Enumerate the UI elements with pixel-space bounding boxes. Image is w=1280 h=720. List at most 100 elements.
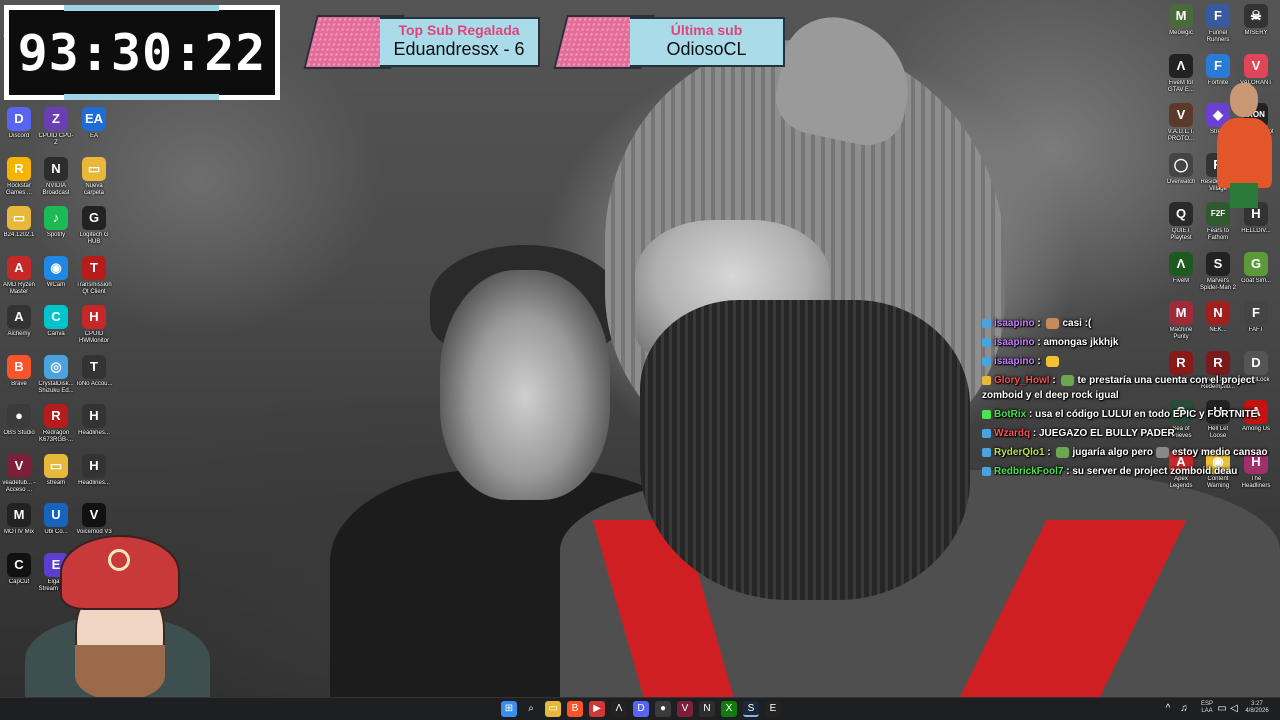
desktop-icon-b24-1202-1[interactable]: ▭ B24.1202.1	[0, 206, 38, 247]
desktop-icon-headlines[interactable]: H Headlines...	[75, 453, 113, 495]
desktop-icon-label: Meowgic	[1169, 30, 1193, 36]
desktop-icon-spotify[interactable]: ♪ Spotify	[37, 206, 75, 247]
desktop-icon-label: Headlines...	[78, 479, 110, 486]
desktop-icon-headlines[interactable]: H Headlines...	[75, 404, 113, 445]
desktop-icon-label: OBS Studio	[3, 430, 35, 436]
desktop-icon-funnel-runners[interactable]: F Funnel Runners	[1199, 4, 1237, 45]
chat-username: BotRix	[994, 409, 1027, 420]
desktop-icon-discord[interactable]: D Discord	[0, 107, 38, 148]
desktop-icon-fivem-for-gtav-e[interactable]: Λ FiveM for GTAV E...	[1162, 53, 1200, 95]
desktop-icon-logitech-g-hub[interactable]: G Logitech G HUB	[75, 206, 113, 247]
headlines-icon: H	[82, 453, 106, 478]
chat-message: BotRix : usa el código LULUI en todo EPI…	[980, 407, 1278, 422]
funnel-runners-icon: F	[1206, 4, 1230, 28]
desktop-icon-wcam[interactable]: ◉ WCam	[37, 255, 75, 297]
desktop-icon-nvidia-broadcast[interactable]: N NVIDIA Broadcast	[37, 156, 75, 198]
search-icon[interactable]: ⌕	[523, 701, 539, 717]
timer-value: 93:30:22	[17, 24, 267, 82]
desktop-icon-redragon-k673rgb[interactable]: R Redragon K673RGB-...	[37, 404, 75, 445]
clock[interactable]: 3:27 4/8/2026	[1240, 701, 1274, 715]
chat-username: RedbrickFool7	[994, 466, 1064, 477]
chevron-up-icon[interactable]: ^	[1162, 701, 1174, 717]
microphone-icon[interactable]: ♫	[1178, 701, 1190, 717]
chat-message: RedbrickFool7 : su server de project zom…	[980, 464, 1278, 479]
desktop-icon-canva[interactable]: C Canva	[37, 305, 75, 346]
desktop-icon-veadetub-acceso[interactable]: Vveadetub... - Acceso ...	[0, 453, 38, 495]
stream-icon: ▭	[44, 453, 68, 478]
desktop-icon-goat-sim[interactable]: G Goat Sim...	[1237, 251, 1275, 293]
obs-icon[interactable]: ●	[655, 701, 671, 717]
file-explorer-icon[interactable]: ▭	[545, 701, 561, 717]
desktop-icon-transmission-qt-client[interactable]: T Transmission Qt Client	[75, 255, 113, 297]
b24-1202-1-icon: ▭	[7, 206, 31, 230]
desktop-icon-ea[interactable]: EA EA	[75, 107, 113, 148]
desktop-icon-label: ToNo Accou...	[75, 380, 113, 387]
desktop-icon-cpuid-hwmonitor[interactable]: H CPUID HWMonitor	[75, 305, 113, 346]
start-button-icon[interactable]: ⊞	[501, 701, 517, 717]
wcam-icon: ◉	[44, 255, 68, 280]
discord-icon[interactable]: D	[633, 701, 649, 717]
nvidia-icon[interactable]: Λ	[611, 701, 627, 717]
desktop-icon-amd-ryzen-master[interactable]: A AMD Ryzen Master	[0, 255, 38, 297]
veadetub-acceso-icon: V	[7, 453, 31, 478]
desktop-icon-label: AMD Ryzen Master	[2, 281, 35, 295]
crystaldisk-shizuku-ed-icon: ◎	[44, 354, 68, 379]
desktop-icon-fivem[interactable]: Λ FiveM	[1162, 251, 1200, 293]
desktop-icon-alchemy[interactable]: A Alchemy	[0, 305, 38, 346]
desktop-icon-label: NVIDIA Broadcast	[42, 182, 70, 196]
epic-games-icon[interactable]: E	[765, 701, 781, 717]
latest-sub-banner: Última sub OdiosoCL	[553, 15, 785, 69]
avatar-beanie-logo-icon	[108, 549, 130, 571]
desktop-icon-label: Funnel Runners	[1206, 30, 1230, 43]
brave-icon[interactable]: B	[567, 701, 583, 717]
network-icon[interactable]: ▭	[1216, 701, 1228, 717]
steam-icon[interactable]: S	[743, 701, 759, 717]
chat-username: isaapino	[994, 318, 1035, 329]
desktop-icon-tono-accou[interactable]: T ToNo Accou...	[75, 354, 113, 396]
chat-badge-icon	[982, 337, 991, 347]
sticker-shirt	[1217, 118, 1272, 188]
chat-text: jugaría algo pero	[1072, 447, 1154, 458]
quiet-playtest-icon: Q	[1169, 202, 1193, 226]
chat-badge-icon	[982, 318, 991, 328]
meowgic-icon: M	[1169, 4, 1193, 28]
fortnite-icon: F	[1206, 53, 1230, 78]
desktop-icon-quiet-playtest[interactable]: Q QUIET Playtest	[1162, 202, 1200, 243]
desktop-icon-label: QUIET Playtest	[1170, 228, 1192, 241]
timer-accent-top	[64, 5, 219, 11]
desktop-icon-helldiv[interactable]: H HELLDIV...	[1237, 202, 1275, 243]
valorant-icon: V	[1244, 53, 1268, 78]
desktop-icon-brave[interactable]: B Brave	[0, 354, 38, 396]
language-indicator[interactable]: ESP LAA	[1196, 701, 1218, 715]
desktop-icon-label: MISERY	[1244, 30, 1268, 36]
desktop-icon-fears-to-fathom[interactable]: F2F Fears to Fathom	[1199, 202, 1237, 243]
desktop-icon-label: Marvel's Spider-Man 2	[1199, 277, 1237, 291]
desktop-icon-nueva-carpeta[interactable]: ▭ Nueva carpeta	[75, 156, 113, 198]
desktop-icon-v-a-u-l-t-proto[interactable]: V V.A.U.L.T. PROTO...	[1162, 103, 1200, 144]
veadotube-icon[interactable]: V	[677, 701, 693, 717]
banner-label: Top Sub Regalada	[398, 22, 520, 38]
desktop-icon-label: V.A.U.L.T. PROTO...	[1167, 129, 1195, 142]
transmission-qt-client-icon: T	[82, 255, 106, 280]
chat-text: JUEGAZO EL BULLY PADER	[1039, 428, 1175, 439]
desktop-icon-rockstar-games[interactable]: R Rockstar Games ...	[0, 156, 38, 198]
youtube-icon[interactable]: ▶	[589, 701, 605, 717]
sticker-shorts	[1230, 183, 1258, 208]
desktop-icon-label: Logitech G HUB	[79, 232, 109, 245]
desktop-icon-obs-studio[interactable]: ● OBS Studio	[0, 404, 38, 445]
language-code: ESP	[1200, 701, 1213, 707]
desktop-icon-marvel-s-spider-man-2[interactable]: S Marvel's Spider-Man 2	[1199, 251, 1237, 293]
desktop-icon-crystaldisk-shizuku-ed[interactable]: ◎ CrystalDisk... Shizuku Ed...	[37, 354, 75, 396]
desktop-icon-stream[interactable]: ▭ stream	[37, 453, 75, 495]
desktop-icon-label: Transmission Qt Client	[76, 281, 112, 295]
desktop-icon-misery[interactable]: ☠ MISERY	[1237, 4, 1275, 45]
chat-emote-icon	[1046, 355, 1060, 367]
desktop-icon-cpuid-cpu-z[interactable]: Z CPUID CPU-Z	[37, 107, 75, 148]
desktop-icon-meowgic[interactable]: M Meowgic	[1162, 4, 1200, 45]
nvidia-broadcast-icon[interactable]: N	[699, 701, 715, 717]
clock-time: 3:27	[1251, 701, 1263, 707]
desktop-icon-label: Goat Sim...	[1240, 277, 1271, 284]
desktop-icon-overwatch[interactable]: ◯ Overwatch	[1162, 152, 1200, 194]
xbox-icon[interactable]: X	[721, 701, 737, 717]
volume-icon[interactable]: ◁	[1228, 701, 1240, 717]
